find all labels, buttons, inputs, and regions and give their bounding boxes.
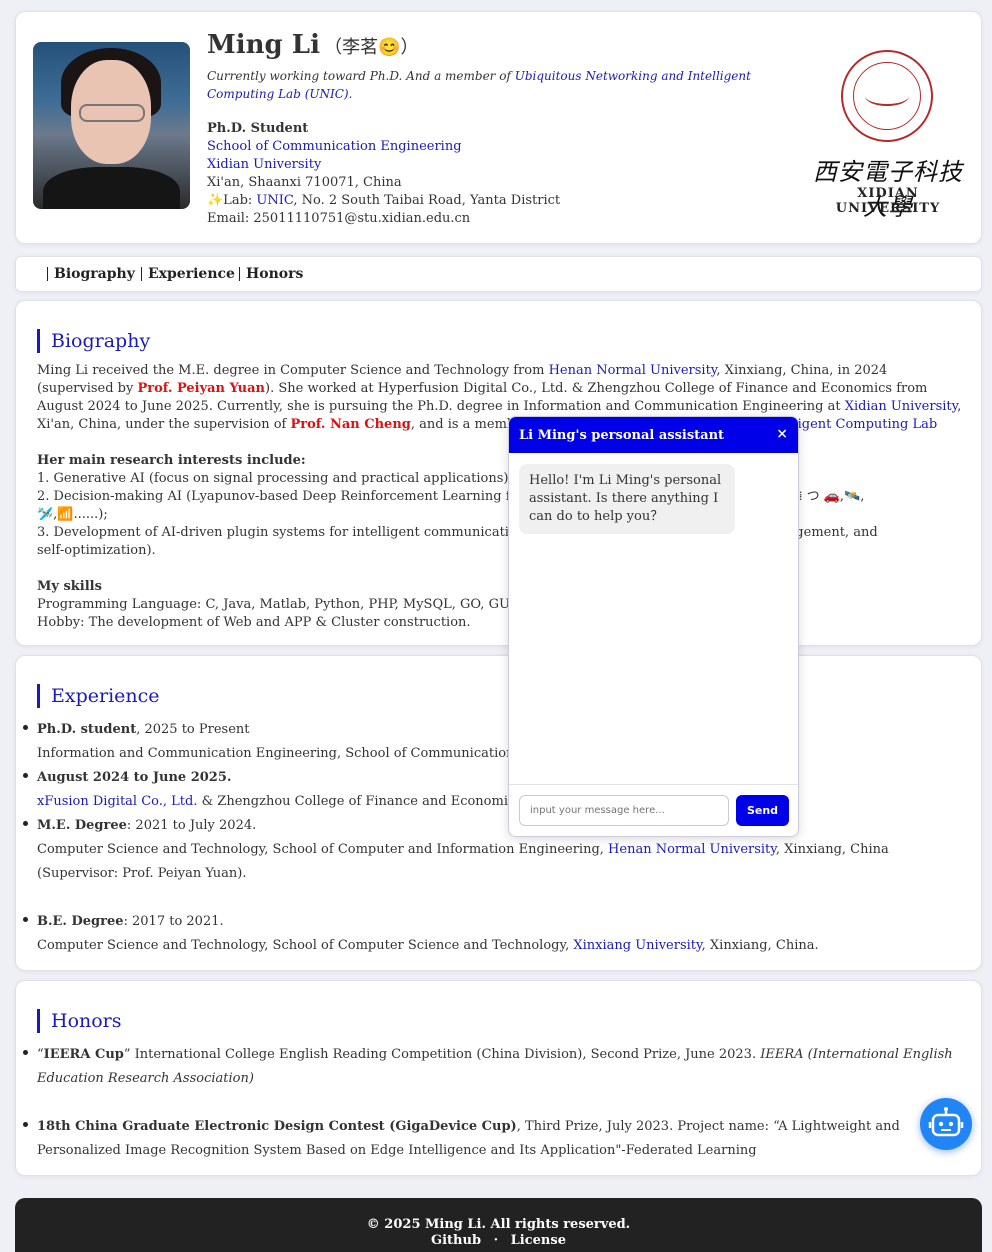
henan-normal-link[interactable]: Henan Normal University <box>549 363 717 378</box>
email: Email: 25011110751@stu.xidian.edu.cn <box>207 211 471 226</box>
copyright: © 2025 Ming Li. All rights reserved. <box>366 1217 631 1232</box>
interest-2-cont: 🛩️,📶......); <box>37 507 108 522</box>
skills-languages: Programming Language: C, Java, Matlab, P… <box>37 597 556 612</box>
biography-paragraph: Ming Li received the M.E. degree in Comp… <box>37 363 962 432</box>
lab-unic-link[interactable]: UNIC <box>256 193 293 208</box>
chat-footer: Send <box>509 784 798 836</box>
chat-window: Li Ming's personal assistant × Hello! I'… <box>508 416 799 837</box>
interest-3: 3. Development of AI-driven plugin syste… <box>37 525 878 540</box>
position-title: Ph.D. Student <box>207 121 309 136</box>
experience-section: Experience Ph.D. student, 2025 to Presen… <box>15 655 982 971</box>
biography-section: Biography Ming Li received the M.E. degr… <box>15 300 982 646</box>
prof-cheng: Prof. Nan Cheng <box>290 417 411 432</box>
assistant-message: Hello! I'm Li Ming's personal assistant.… <box>519 464 735 534</box>
tagline: Currently working toward Ph.D. And a mem… <box>207 67 797 103</box>
experience-desc: xFusion Digital Co., Ltd. & Zhengzhou Co… <box>37 794 564 809</box>
tagline-text: Currently working toward Ph.D. And a mem… <box>207 69 515 83</box>
honors-title: Honors <box>37 1009 122 1033</box>
biography-title: Biography <box>37 329 150 353</box>
interest-3-cont: self-optimization). <box>37 543 156 558</box>
interest-2: 2. Decision-making AI (Lyapunov-based De… <box>37 489 865 504</box>
skills-title: My skills <box>37 579 102 594</box>
name-row: Ming Li （李茗😊） <box>207 30 419 60</box>
robot-icon <box>928 1107 964 1137</box>
experience-desc: Computer Science and Technology, School … <box>37 938 819 953</box>
profile-photo <box>33 42 190 209</box>
experience-desc: Computer Science and Technology, School … <box>37 842 889 881</box>
send-button[interactable]: Send <box>736 795 789 826</box>
list-item: Ph.D. student, 2025 to Present Informati… <box>23 718 962 766</box>
profile-name: Ming Li <box>207 30 320 60</box>
university-logo-en: XIDIAN UNIVERSITY <box>835 186 941 216</box>
footer-separator: · <box>493 1233 499 1248</box>
github-link[interactable]: Github <box>431 1233 481 1248</box>
university-seal-icon <box>841 50 933 142</box>
experience-list: Ph.D. student, 2025 to Present Informati… <box>23 718 962 958</box>
skills-hobby: Hobby: The development of Web and APP & … <box>37 615 471 630</box>
nav-biography[interactable]: Biography <box>47 267 135 281</box>
nav-honors[interactable]: Honors <box>239 267 303 281</box>
xinxiang-link[interactable]: Xinxiang University <box>573 938 701 953</box>
profile-header: Ming Li （李茗😊） Currently working toward P… <box>15 11 982 244</box>
school-link[interactable]: School of Communication Engineering <box>207 139 462 154</box>
close-icon[interactable]: × <box>776 426 788 442</box>
experience-desc: Information and Communication Engineerin… <box>37 746 558 761</box>
list-item: B.E. Degree: 2017 to 2021. Computer Scie… <box>23 910 962 958</box>
lab-street: , No. 2 South Taibai Road, Yanta Distric… <box>293 193 561 208</box>
honors-list: “IEERA Cup” International College Englis… <box>23 1043 962 1163</box>
chat-input[interactable] <box>519 795 729 826</box>
list-item: August 2024 to June 2025. xFusion Digita… <box>23 766 962 814</box>
experience-title: Experience <box>37 684 160 708</box>
chat-header: Li Ming's personal assistant × <box>509 417 798 453</box>
biography-body: Ming Li received the M.E. degree in Comp… <box>37 362 962 632</box>
interest-1: 1. Generative AI (focus on signal proces… <box>37 471 513 486</box>
profile-name-cn: （李茗😊） <box>324 37 419 58</box>
section-nav: Biography Experience Honors <box>15 256 982 292</box>
contact-info: Ph.D. Student School of Communication En… <box>207 120 560 228</box>
page-footer: © 2025 Ming Li. All rights reserved. Git… <box>15 1198 982 1252</box>
nav-experience[interactable]: Experience <box>141 267 235 281</box>
interests-title: Her main research interests include: <box>37 453 306 468</box>
honors-section: Honors “IEERA Cup” International College… <box>15 980 982 1176</box>
list-item: 18th China Graduate Electronic Design Co… <box>23 1115 962 1163</box>
university-link[interactable]: Xidian University <box>207 157 321 172</box>
address: Xi'an, Shaanxi 710071, China <box>207 175 402 190</box>
license-link[interactable]: License <box>511 1233 566 1248</box>
lab-address: ✨Lab: UNIC, No. 2 South Taibai Road, Yan… <box>207 192 560 210</box>
lab-label: ✨Lab: <box>207 193 257 208</box>
henan-normal-link[interactable]: Henan Normal University <box>608 842 776 857</box>
xidian-link[interactable]: Xidian University <box>845 399 958 414</box>
xfusion-link[interactable]: xFusion Digital Co., Ltd. <box>37 794 197 809</box>
list-item: M.E. Degree: 2021 to July 2024. Computer… <box>23 814 962 886</box>
chat-title: Li Ming's personal assistant <box>519 428 725 443</box>
list-item: “IEERA Cup” International College Englis… <box>23 1043 962 1091</box>
chat-robot-button[interactable] <box>920 1098 972 1150</box>
prof-yuan: Prof. Peiyan Yuan <box>137 381 266 396</box>
